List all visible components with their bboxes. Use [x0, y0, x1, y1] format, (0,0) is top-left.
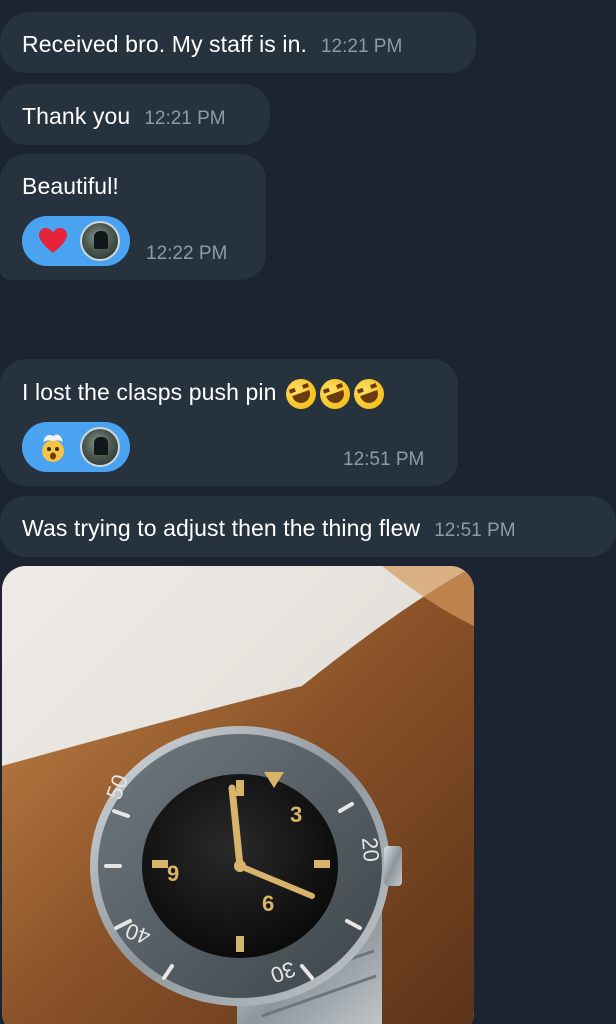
watch-photo[interactable]: 50 40 30 20 3 9 6	[2, 566, 474, 1024]
message-time: 12:22 PM	[146, 243, 228, 264]
red-heart-emoji	[36, 224, 70, 258]
avatar[interactable]	[80, 427, 120, 467]
message-time: 12:51 PM	[434, 520, 516, 541]
message-bubble[interactable]: Received bro. My staff is in. 12:21 PM	[0, 12, 476, 73]
message-bubble[interactable]: Was trying to adjust then the thing flew…	[0, 496, 616, 557]
rolling-on-floor-laughing-emoji	[316, 374, 355, 414]
message-time: 12:21 PM	[320, 36, 403, 57]
message-text: Thank you	[22, 103, 131, 129]
exploding-head-emoji	[36, 430, 70, 464]
reaction-pill[interactable]	[22, 422, 130, 472]
avatar[interactable]	[80, 221, 120, 261]
reaction-pill[interactable]	[22, 216, 130, 266]
message-time: 12:21 PM	[144, 108, 226, 129]
message-bubble[interactable]: Beautiful! 12:22 PM	[0, 154, 266, 280]
message-text: I lost the clasps push pin	[22, 379, 277, 405]
emoji-row	[282, 374, 389, 414]
svg-text:6: 6	[262, 891, 274, 916]
bezel-number: 20	[357, 836, 384, 863]
message-time: 12:51 PM	[343, 449, 425, 470]
chat-view: Received bro. My staff is in. 12:21 PM T…	[0, 0, 616, 1024]
message-text: Beautiful!	[22, 173, 119, 199]
rolling-on-floor-laughing-emoji	[282, 374, 321, 414]
svg-text:9: 9	[167, 861, 179, 886]
message-line: I lost the clasps push pin	[22, 374, 389, 414]
message-text: Received bro. My staff is in.	[22, 31, 307, 57]
message-text: Was trying to adjust then the thing flew	[22, 515, 421, 541]
message-bubble[interactable]: I lost the clasps push pin 12:51 PM	[0, 359, 458, 486]
message-bubble[interactable]: Thank you 12:21 PM	[0, 84, 270, 145]
rolling-on-floor-laughing-emoji	[350, 374, 389, 414]
svg-text:3: 3	[290, 802, 302, 827]
